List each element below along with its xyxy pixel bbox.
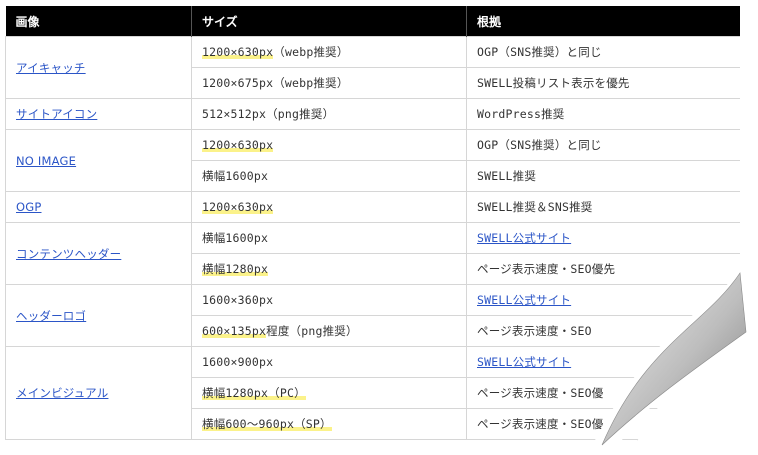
- image-type-link[interactable]: コンテンツヘッダー: [16, 247, 121, 261]
- size-value: 横幅1280px: [202, 262, 269, 276]
- header-row: 画像 サイズ 根拠: [5, 6, 740, 37]
- basis-text: ページ表示速度・SEO: [477, 324, 592, 338]
- basis-cell: SWELL推奨: [466, 160, 740, 192]
- image-type-link[interactable]: アイキャッチ: [16, 61, 86, 75]
- header-size: サイズ: [191, 6, 467, 37]
- basis-text: SWELL推奨＆SNS推奨: [477, 200, 593, 214]
- size-value: 1200×630px: [202, 45, 274, 59]
- table-row: コンテンツヘッダー 横幅1600px SWELL公式サイト: [5, 222, 740, 285]
- size-note: （webp推奨）: [273, 45, 349, 59]
- size-value: 1200×630px: [202, 138, 274, 152]
- size-cell: 横幅1600px: [191, 222, 467, 254]
- basis-cell: WordPress推奨: [466, 98, 740, 130]
- size-value: 600×135px: [202, 324, 267, 338]
- image-type-cell: サイトアイコン: [5, 98, 192, 130]
- basis-cell: SWELL公式サイト: [466, 222, 740, 254]
- basis-cell: OGP（SNS推奨）と同じ: [466, 129, 740, 161]
- image-type-link[interactable]: OGP: [16, 200, 42, 214]
- size-cell: 512×512px（png推奨）: [191, 98, 467, 130]
- size-cell: 1200×630px: [191, 129, 467, 161]
- header-basis: 根拠: [466, 6, 740, 37]
- table-row: NO IMAGE 1200×630px OGP（SNS推奨）と同じ: [5, 129, 740, 192]
- swell-official-link[interactable]: SWELL公式サイト: [477, 355, 571, 369]
- basis-text: SWELL投稿リスト表示を優先: [477, 76, 630, 90]
- basis-text: SWELL推奨: [477, 169, 537, 183]
- basis-cell: SWELL推奨＆SNS推奨: [466, 191, 740, 223]
- basis-text: ページ表示速度・SEO優: [477, 417, 604, 431]
- size-cell: 横幅1280px（PC）: [191, 377, 467, 409]
- basis-cell: SWELL投稿リスト表示を優先: [466, 67, 740, 99]
- size-cell: 600×135px程度（png推奨）: [191, 315, 467, 347]
- table-row: OGP 1200×630px SWELL推奨＆SNS推奨: [5, 191, 740, 223]
- size-note: 1600×360px: [202, 293, 274, 307]
- size-cell: 横幅600～960px（SP）: [191, 408, 467, 440]
- size-note: 程度（png推奨）: [266, 324, 358, 338]
- size-cell: 横幅1600px: [191, 160, 467, 192]
- basis-cell: OGP（SNS推奨）と同じ: [466, 36, 740, 68]
- image-type-cell: メインビジュアル: [5, 346, 192, 440]
- basis-text: ページ表示速度・SEO優: [477, 386, 604, 400]
- size-value: 横幅1280px（PC）: [202, 386, 306, 400]
- image-type-cell: NO IMAGE: [5, 129, 192, 192]
- image-type-cell: ヘッダーロゴ: [5, 284, 192, 347]
- swell-official-link[interactable]: SWELL公式サイト: [477, 293, 571, 307]
- image-type-link[interactable]: メインビジュアル: [16, 386, 108, 400]
- image-type-link[interactable]: サイトアイコン: [16, 107, 97, 121]
- size-note: 1200×675px（webp推奨）: [202, 76, 349, 90]
- image-type-link[interactable]: ヘッダーロゴ: [16, 309, 86, 323]
- size-note: 1600×900px: [202, 355, 274, 369]
- size-note: 横幅1600px: [202, 231, 269, 245]
- image-type-cell: コンテンツヘッダー: [5, 222, 192, 285]
- table-row: アイキャッチ 1200×630px（webp推奨） OGP（SNS推奨）と同じ: [5, 36, 740, 99]
- size-cell: 横幅1280px: [191, 253, 467, 285]
- size-note: 512×512px（png推奨）: [202, 107, 335, 121]
- size-cell: 1200×630px: [191, 191, 467, 223]
- image-type-cell: アイキャッチ: [5, 36, 192, 99]
- size-cell: 1600×360px: [191, 284, 467, 316]
- size-cell: 1200×675px（webp推奨）: [191, 67, 467, 99]
- swell-official-link[interactable]: SWELL公式サイト: [477, 231, 571, 245]
- size-value: 1200×630px: [202, 200, 274, 214]
- image-type-link[interactable]: NO IMAGE: [16, 154, 76, 168]
- size-cell: 1200×630px（webp推奨）: [191, 36, 467, 68]
- basis-text: OGP（SNS推奨）と同じ: [477, 45, 602, 59]
- image-type-cell: OGP: [5, 191, 192, 223]
- header-image: 画像: [5, 6, 192, 37]
- size-cell: 1600×900px: [191, 346, 467, 378]
- page-curl: [590, 270, 750, 455]
- table-row: サイトアイコン 512×512px（png推奨） WordPress推奨: [5, 98, 740, 130]
- size-value: 横幅600～960px（SP）: [202, 417, 332, 431]
- size-note: 横幅1600px: [202, 169, 269, 183]
- basis-text: OGP（SNS推奨）と同じ: [477, 138, 602, 152]
- basis-text: WordPress推奨: [477, 107, 565, 121]
